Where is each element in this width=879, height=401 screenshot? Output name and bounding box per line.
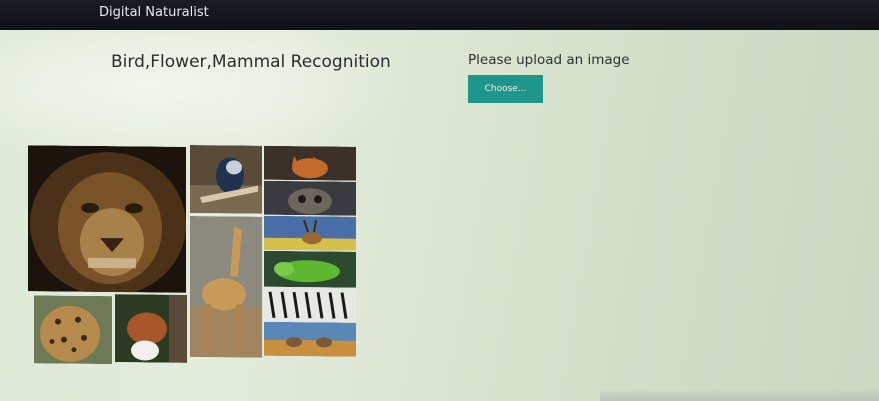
page-title: Bird,Flower,Mammal Recognition bbox=[111, 52, 391, 72]
red-panda-photo bbox=[115, 294, 187, 363]
navbar: Digital Naturalist bbox=[0, 0, 879, 30]
antelope-photo bbox=[264, 215, 356, 251]
upload-label: Please upload an image bbox=[468, 52, 630, 68]
elephants-photo bbox=[264, 321, 356, 357]
fox-photo bbox=[264, 145, 356, 181]
choose-file-button[interactable]: Choose... bbox=[468, 75, 543, 103]
lion-photo bbox=[28, 145, 186, 293]
leopard-photo bbox=[34, 295, 112, 365]
brand-link[interactable]: Digital Naturalist bbox=[99, 5, 209, 20]
animal-collage-image bbox=[28, 143, 360, 368]
giraffe-photo bbox=[190, 215, 262, 358]
owl-photo bbox=[264, 180, 356, 216]
bird-photo bbox=[190, 144, 262, 214]
iguana-photo bbox=[264, 250, 356, 288]
zebras-photo bbox=[264, 287, 356, 322]
page: Digital Naturalist Bird,Flower,Mammal Re… bbox=[0, 0, 879, 401]
screen-bottom-edge bbox=[600, 388, 879, 401]
